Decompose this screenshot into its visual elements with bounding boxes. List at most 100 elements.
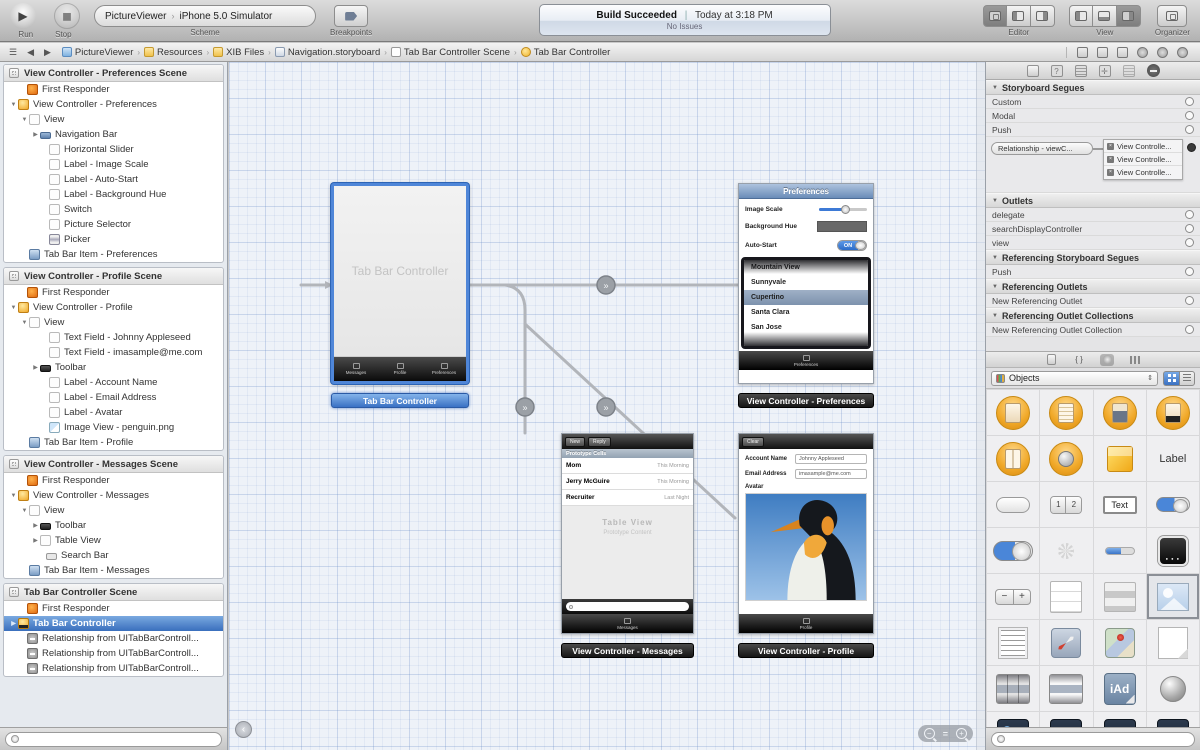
reply-button[interactable]: Reply [588,437,611,447]
profile-dock-label[interactable]: View Controller - Profile [738,643,874,658]
outline-item-tab-bar-item[interactable]: Tab Bar Item - Profile [4,435,223,450]
outline-item-label-auto-start[interactable]: Label - Auto-Start [4,172,223,187]
outline-item-view[interactable]: ▼View [4,503,223,518]
connections-mini-icon[interactable] [1177,47,1188,58]
media-library-button[interactable] [1128,354,1142,366]
library-item-segmented-control[interactable]: 12 [1040,482,1092,527]
library-item-progress-view[interactable] [1094,528,1146,573]
relationship-pill[interactable]: Relationship - viewC... [991,142,1093,155]
list-view-button[interactable] [1179,371,1195,386]
section-referencing-storyboard-segues[interactable]: ▼ Referencing Storyboard Segues [986,250,1200,265]
library-item-scroll-view[interactable] [1147,620,1199,665]
breadcrumb-tab-bar-controller[interactable]: Tab Bar Controller [521,47,611,58]
outline-item-first-responder[interactable]: First Responder [4,601,223,616]
library-item-image-view[interactable] [1147,574,1199,619]
scheme-selector[interactable]: PictureViewer › iPhone 5.0 Simulator [94,5,316,27]
library-item-switch[interactable] [1147,482,1199,527]
outline-item-relationship-1[interactable]: Relationship from UITabBarControll... [4,631,223,646]
back-button[interactable]: ◀ [22,47,39,58]
background-hue-swatch[interactable] [817,221,867,232]
outline-item-label-account-name[interactable]: Label - Account Name [4,375,223,390]
library-item-gesture-recognizer-rotation[interactable] [1094,712,1146,727]
library-item-gesture-recognizer-swipe[interactable] [1147,712,1199,727]
connection-well[interactable] [1185,224,1194,233]
outline-item-first-responder[interactable]: First Responder [4,473,223,488]
message-cell[interactable]: Recruiter Last Night [562,490,693,506]
new-button[interactable]: New [565,437,585,447]
attributes-mini-icon[interactable] [1137,47,1148,58]
connected-view-controller[interactable]: ×View Controlle... [1104,166,1182,179]
email-address-field[interactable]: imasample@me.com [795,469,867,479]
file-inspector-mini-icon[interactable] [1077,47,1088,58]
outline-item-horizontal-slider[interactable]: Horizontal Slider [4,142,223,157]
section-storyboard-segues[interactable]: ▼ Storyboard Segues [986,80,1200,95]
canvas-vertical-scrollbar[interactable] [976,62,985,750]
connection-well-filled[interactable] [1187,143,1196,152]
code-snippet-library-button[interactable]: { } [1072,354,1086,366]
library-item-sphere-object[interactable] [1147,666,1199,711]
profile-view-canvas[interactable]: Clear Account Name Johnny Appleseed Emai… [738,433,874,634]
outline-item-table-view[interactable]: ▶Table View [4,533,223,548]
connection-well[interactable] [1185,238,1194,247]
connected-view-controller[interactable]: ×View Controlle... [1104,153,1182,166]
outline-item-view-controller[interactable]: ▼View Controller - Messages [4,488,223,503]
messages-search-bar[interactable] [562,599,693,614]
library-item-round-rect-button[interactable] [987,482,1039,527]
quick-help-mini-icon[interactable] [1097,47,1108,58]
library-item-text-field[interactable]: Text [1094,482,1146,527]
breakpoints-button[interactable] [334,5,368,27]
outline-item-view[interactable]: ▼View [4,112,223,127]
connection-well[interactable] [1185,111,1194,120]
library-item-gesture-recognizer-tap[interactable] [987,712,1039,727]
library-item-text-view[interactable] [987,620,1039,665]
outline-item-text-field-email[interactable]: Text Field - imasample@me.com [4,345,223,360]
outline-item-toolbar[interactable]: ▶Toolbar [4,360,223,375]
outline-item-tab-bar-controller[interactable]: ▶Tab Bar Controller [4,616,223,631]
library-item-split-view-controller[interactable] [987,436,1039,481]
scene-header-tab-bar-controller[interactable]: Tab Bar Controller Scene [4,584,223,601]
remove-connection-icon[interactable]: × [1107,156,1114,163]
run-button[interactable]: ▶ [10,3,36,29]
library-item-web-view[interactable] [1040,620,1092,665]
version-editor-button[interactable] [1031,5,1055,27]
forward-button[interactable]: ▶ [39,47,56,58]
outline-item-navigation-bar[interactable]: ▶Navigation Bar [4,127,223,142]
picker-row-selected[interactable]: Cupertino [744,290,868,305]
preferences-dock-label[interactable]: View Controller - Preferences [738,393,874,408]
outline-filter-field[interactable] [5,732,222,747]
clear-button[interactable]: Clear [742,437,764,447]
storyboard-canvas[interactable]: » » » Tab Bar Controller Messages Profil… [229,62,985,750]
tbc-dock-label[interactable]: Tab Bar Controller [331,393,469,408]
message-cell[interactable]: Mom This Morning [562,458,693,474]
library-item-switch-large[interactable] [987,528,1039,573]
library-item-iad-banner[interactable]: iAd [1094,666,1146,711]
grid-view-button[interactable] [1163,371,1179,386]
library-item-object-controller[interactable] [1040,436,1092,481]
size-mini-icon[interactable] [1157,47,1168,58]
penguin-image[interactable] [745,493,867,601]
remove-connection-icon[interactable]: × [1107,143,1114,150]
scene-header-messages[interactable]: View Controller - Messages Scene [4,456,223,473]
outline-item-tab-bar-item[interactable]: Tab Bar Item - Preferences [4,247,223,262]
identity-inspector-button[interactable] [1123,65,1135,77]
message-cell[interactable]: Jerry McGuire This Morning [562,474,693,490]
connection-well[interactable] [1185,210,1194,219]
account-name-field[interactable]: Johnny Appleseed [795,454,867,464]
messages-dock-label[interactable]: View Controller - Messages [561,643,694,658]
library-category-select[interactable]: Objects ⇕ [991,371,1158,386]
breadcrumb-resources[interactable]: Resources [144,47,202,58]
city-picker[interactable]: Mountain View Sunnyvale Cupertino Santa … [741,257,871,349]
object-library-button[interactable] [1100,354,1114,366]
picker-row[interactable]: Santa Clara [744,305,868,320]
zoom-in-button[interactable]: + [956,728,967,739]
library-item-table-view[interactable] [1040,574,1092,619]
outline-item-text-field-name[interactable]: Text Field - Johnny Appleseed [4,330,223,345]
stop-button[interactable]: ◼ [54,3,80,29]
toggle-utilities-button[interactable] [1117,5,1141,27]
connection-well[interactable] [1185,325,1194,334]
remove-connection-icon[interactable]: × [1107,169,1114,176]
outline-item-label-email-address[interactable]: Label - Email Address [4,390,223,405]
library-item-object[interactable] [1094,436,1146,481]
toggle-debug-area-button[interactable] [1093,5,1117,27]
outline-item-picker[interactable]: Picker [4,232,223,247]
